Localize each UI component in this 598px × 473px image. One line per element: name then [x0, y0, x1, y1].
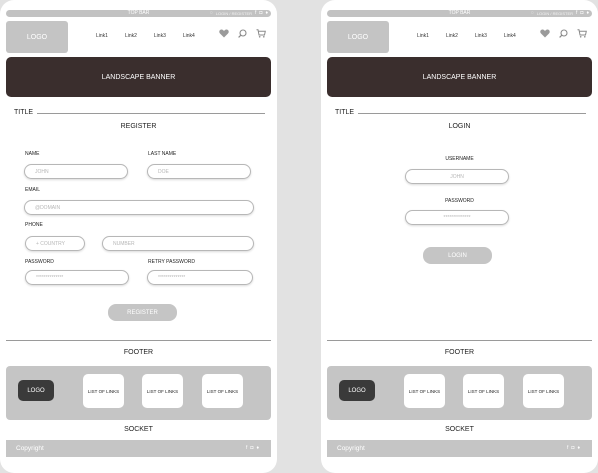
last-name-input[interactable]: DOE — [147, 164, 251, 179]
section-divider — [358, 113, 586, 114]
instagram-icon[interactable]: ◘ — [580, 10, 583, 17]
main-nav: Link1 Link2 Link3 Link4 — [96, 33, 195, 39]
footer-logo[interactable]: LOGO — [339, 380, 375, 401]
footer-links-3[interactable]: LIST OF LINKS — [202, 374, 243, 408]
register-heading: REGISTER — [120, 123, 157, 130]
login-heading: LOGIN — [448, 123, 471, 130]
login-page-mockup: TOP BAR ◌ LOGIN / REGISTER f ◘ ♦ LOGO Li… — [321, 0, 598, 473]
username-label: USERNAME — [445, 156, 474, 162]
username-input[interactable]: JOHN — [405, 169, 509, 184]
login-button[interactable]: LOGIN — [423, 247, 492, 264]
nav-link-1[interactable]: Link1 — [96, 33, 108, 39]
register-button[interactable]: REGISTER — [108, 304, 177, 321]
password-label: PASSWORD — [25, 259, 54, 265]
copyright-bar: Copyright f ◘ ♦ — [327, 440, 592, 457]
nav-link-4[interactable]: Link4 — [504, 33, 516, 39]
instagram-icon[interactable]: ◘ — [571, 440, 574, 457]
facebook-icon[interactable]: f — [567, 440, 568, 457]
user-icon: ◌ — [530, 10, 534, 16]
name-label: NAME — [25, 151, 40, 157]
footer-links-2[interactable]: LIST OF LINKS — [463, 374, 504, 408]
register-page-mockup: TOP BAR ◌ LOGIN / REGISTER f ◘ ♦ LOGO Li… — [0, 0, 277, 473]
footer-links-3[interactable]: LIST OF LINKS — [523, 374, 564, 408]
nav-link-3[interactable]: Link3 — [154, 33, 166, 39]
twitter-icon[interactable]: ♦ — [256, 440, 259, 457]
header-logo[interactable]: LOGO — [327, 21, 389, 53]
facebook-icon[interactable]: f — [576, 10, 577, 17]
email-input[interactable]: @DOMAIN — [24, 200, 254, 215]
landscape-banner: LANDSCAPE BANNER — [6, 57, 271, 97]
socket-title: SOCKET — [445, 426, 474, 433]
password-input[interactable]: ************** — [405, 210, 509, 225]
copyright-text: Copyright — [337, 445, 365, 452]
section-divider — [37, 113, 265, 114]
search-icon[interactable] — [559, 29, 568, 38]
copyright-bar: Copyright f ◘ ♦ — [6, 440, 271, 457]
login-register-link[interactable]: LOGIN / REGISTER — [216, 10, 252, 17]
twitter-icon[interactable]: ♦ — [577, 440, 580, 457]
retry-password-input[interactable]: ************** — [147, 270, 253, 285]
footer-bar: LOGO LIST OF LINKS LIST OF LINKS LIST OF… — [6, 366, 271, 420]
twitter-icon[interactable]: ♦ — [265, 10, 268, 17]
instagram-icon[interactable]: ◘ — [250, 440, 253, 457]
footer-divider — [327, 340, 592, 341]
password-label: PASSWORD — [445, 198, 474, 204]
footer-bar: LOGO LIST OF LINKS LIST OF LINKS LIST OF… — [327, 366, 592, 420]
copyright-text: Copyright — [16, 445, 44, 452]
nav-link-2[interactable]: Link2 — [125, 33, 137, 39]
footer-title: FOOTER — [123, 349, 154, 356]
cart-icon[interactable] — [577, 29, 587, 38]
facebook-icon[interactable]: f — [255, 10, 256, 17]
main-nav: Link1 Link2 Link3 Link4 — [417, 33, 516, 39]
email-label: EMAIL — [25, 187, 41, 193]
nav-link-2[interactable]: Link2 — [446, 33, 458, 39]
footer-divider — [6, 340, 271, 341]
footer-links-2[interactable]: LIST OF LINKS — [142, 374, 183, 408]
last-name-label: LAST NAME — [148, 151, 177, 157]
country-code-input[interactable]: + COUNTRY — [25, 236, 85, 251]
socket-title: SOCKET — [124, 426, 153, 433]
instagram-icon[interactable]: ◘ — [259, 10, 262, 17]
section-title: TITLE — [335, 109, 355, 116]
landscape-banner: LANDSCAPE BANNER — [327, 57, 592, 97]
login-register-link[interactable]: LOGIN / REGISTER — [537, 10, 573, 17]
phone-label: PHONE — [25, 222, 43, 228]
phone-number-input[interactable]: NUMBER — [102, 236, 254, 251]
heart-icon[interactable] — [219, 29, 229, 38]
footer-title: FOOTER — [444, 349, 475, 356]
top-bar: TOP BAR ◌ LOGIN / REGISTER f ◘ ♦ — [6, 10, 271, 17]
retry-password-label: RETRY PASSWORD — [148, 259, 195, 265]
nav-link-3[interactable]: Link3 — [475, 33, 487, 39]
name-input[interactable]: JOHN — [24, 164, 128, 179]
nav-link-1[interactable]: Link1 — [417, 33, 429, 39]
top-bar: TOP BAR ◌ LOGIN / REGISTER f ◘ ♦ — [327, 10, 592, 17]
footer-links-1[interactable]: LIST OF LINKS — [404, 374, 445, 408]
password-input[interactable]: ************** — [25, 270, 129, 285]
footer-logo[interactable]: LOGO — [18, 380, 54, 401]
nav-link-4[interactable]: Link4 — [183, 33, 195, 39]
footer-links-1[interactable]: LIST OF LINKS — [83, 374, 124, 408]
twitter-icon[interactable]: ♦ — [586, 10, 589, 17]
search-icon[interactable] — [238, 29, 247, 38]
user-icon: ◌ — [209, 10, 213, 16]
heart-icon[interactable] — [540, 29, 550, 38]
facebook-icon[interactable]: f — [246, 440, 247, 457]
section-title: TITLE — [14, 109, 34, 116]
header-logo[interactable]: LOGO — [6, 21, 68, 53]
cart-icon[interactable] — [256, 29, 266, 38]
